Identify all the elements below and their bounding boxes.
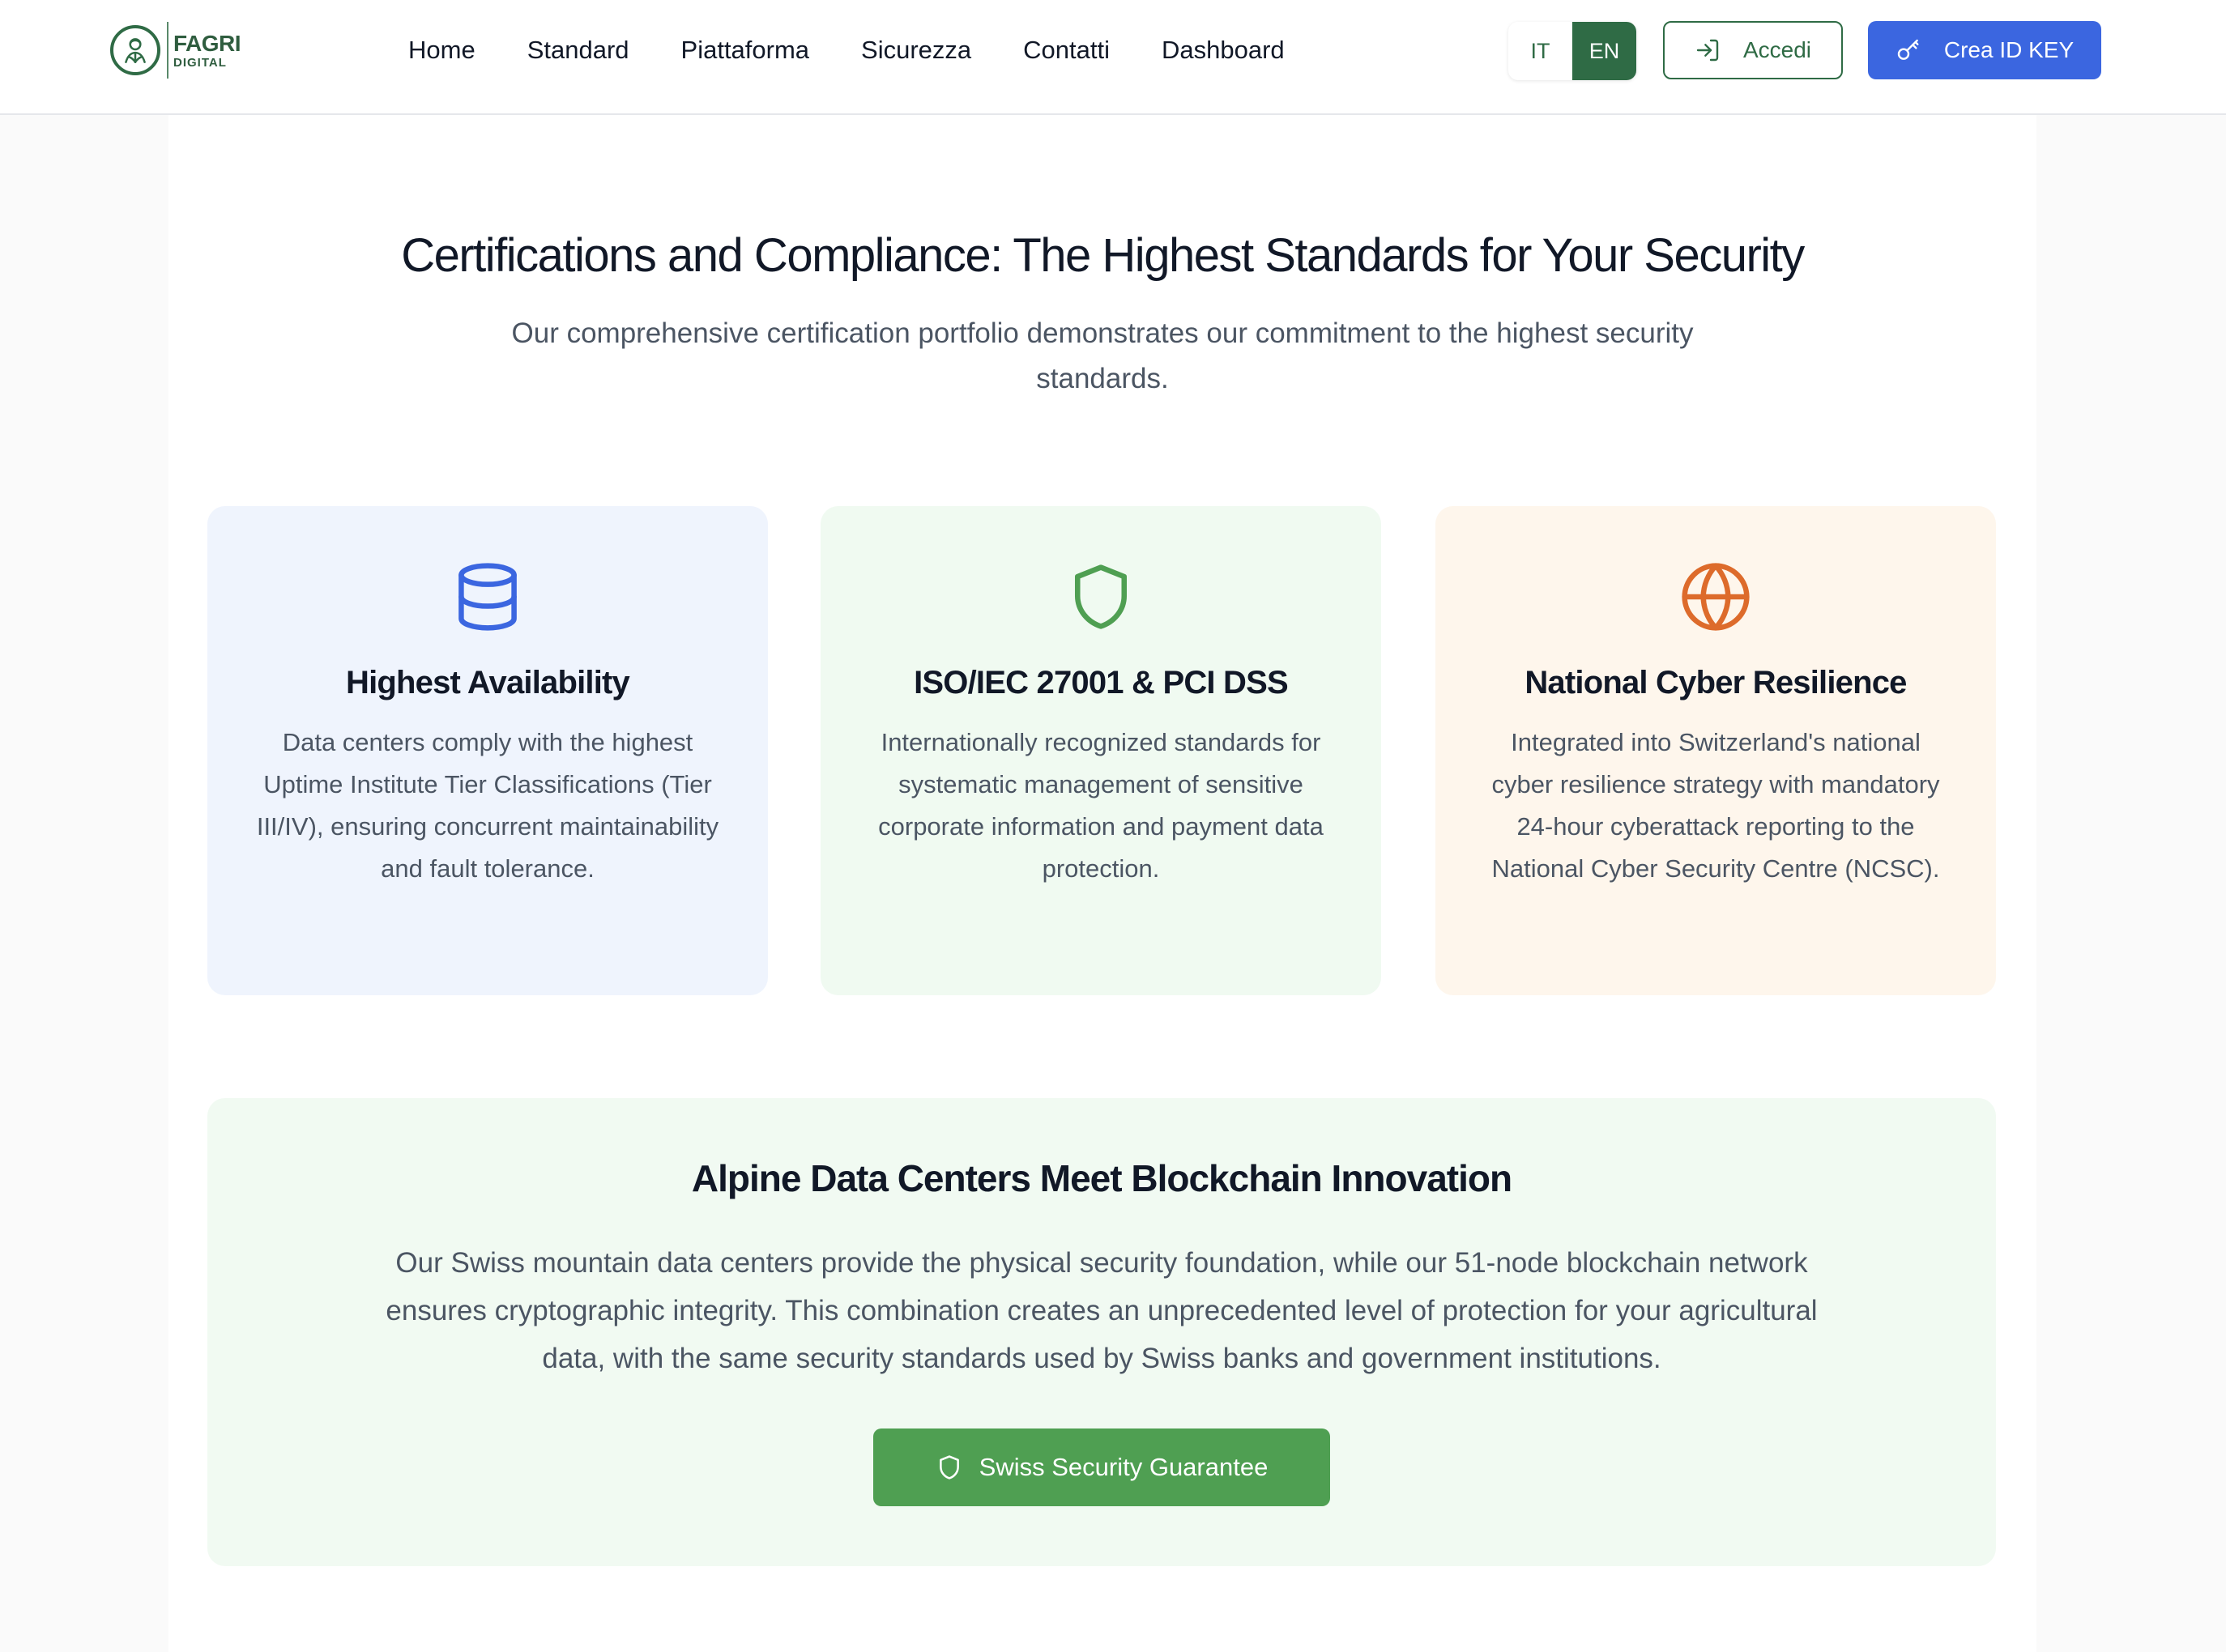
nav-dashboard[interactable]: Dashboard xyxy=(1162,32,1285,68)
login-button[interactable]: Accedi xyxy=(1663,21,1843,79)
card-title: ISO/IEC 27001 & PCI DSS xyxy=(914,665,1289,700)
nav-sicurezza[interactable]: Sicurezza xyxy=(861,32,971,68)
page-subtitle: Our comprehensive certification portfoli… xyxy=(511,317,1694,394)
site-header: FAGRI DIGITAL Home Standard Piattaforma … xyxy=(0,0,2226,115)
banner-title: Alpine Data Centers Meet Blockchain Inno… xyxy=(691,1157,1512,1199)
logo-divider xyxy=(167,22,168,79)
login-label: Accedi xyxy=(1742,37,1812,62)
shield-icon xyxy=(939,1455,959,1480)
nav-home[interactable]: Home xyxy=(408,32,475,68)
nav-piattaforma[interactable]: Piattaforma xyxy=(681,32,810,68)
nav-standard[interactable]: Standard xyxy=(527,32,629,68)
card-body: Internationally recognized standards for… xyxy=(878,728,1324,883)
language-switcher: IT EN xyxy=(1508,22,1636,80)
page-title: Certifications and Compliance: The Highe… xyxy=(401,229,1805,282)
logo-wordmark: FAGRI DIGITAL xyxy=(173,32,241,69)
shield-icon xyxy=(821,558,1381,636)
swiss-security-button[interactable]: Swiss Security Guarantee xyxy=(873,1428,1330,1506)
card-title: Highest Availability xyxy=(345,665,630,700)
card-highest-availability: Highest Availability Data centers comply… xyxy=(207,506,768,995)
card-cyber-resilience: National Cyber Resilience Integrated int… xyxy=(1435,506,1996,995)
brand-logo[interactable]: FAGRI DIGITAL xyxy=(110,21,241,79)
login-icon xyxy=(1696,39,1719,62)
card-iso-pci: ISO/IEC 27001 & PCI DSS Internationally … xyxy=(821,506,1381,995)
nav-contatti[interactable]: Contatti xyxy=(1023,32,1110,68)
blockchain-banner: Alpine Data Centers Meet Blockchain Inno… xyxy=(207,1098,1996,1566)
banner-body: Our Swiss mountain data centers provide … xyxy=(386,1247,1818,1374)
card-body: Integrated into Switzerland's national c… xyxy=(1491,728,1940,883)
main-content: Certifications and Compliance: The Highe… xyxy=(168,115,2036,1652)
logo-line-1: FAGRI xyxy=(173,30,241,56)
swiss-security-label: Swiss Security Guarantee xyxy=(979,1453,1269,1481)
create-key-label: Crea ID KEY xyxy=(1943,37,2075,62)
database-icon xyxy=(207,558,768,636)
card-body: Data centers comply with the highest Upt… xyxy=(256,728,719,883)
key-icon xyxy=(1897,39,1919,60)
lang-it-button[interactable]: IT xyxy=(1508,22,1572,80)
logo-emblem-icon xyxy=(110,25,160,75)
card-title: National Cyber Resilience xyxy=(1525,665,1907,700)
logo-line-2: DIGITAL xyxy=(173,55,227,70)
create-key-button[interactable]: Crea ID KEY xyxy=(1868,21,2101,79)
lang-en-button[interactable]: EN xyxy=(1572,22,1636,80)
main-nav: Home Standard Piattaforma Sicurezza Cont… xyxy=(408,32,1285,68)
globe-icon xyxy=(1435,558,1996,636)
